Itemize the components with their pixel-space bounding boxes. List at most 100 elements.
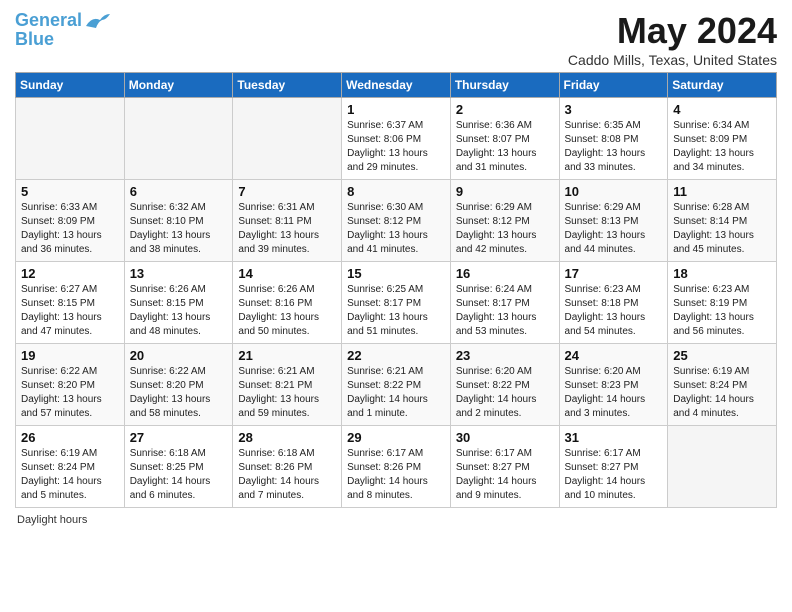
calendar-cell: 29 Sunrise: 6:17 AM Sunset: 8:26 PM Dayli… xyxy=(342,426,451,508)
day-number: 3 xyxy=(565,102,663,117)
calendar-cell: 18 Sunrise: 6:23 AM Sunset: 8:19 PM Dayli… xyxy=(668,262,777,344)
col-header-tuesday: Tuesday xyxy=(233,73,342,98)
calendar-cell: 7 Sunrise: 6:31 AM Sunset: 8:11 PM Daylig… xyxy=(233,180,342,262)
cell-info: Sunrise: 6:17 AM Sunset: 8:26 PM Dayligh… xyxy=(347,447,445,503)
cell-info: Sunrise: 6:31 AM Sunset: 8:11 PM Dayligh… xyxy=(238,201,336,257)
cell-info: Sunrise: 6:24 AM Sunset: 8:17 PM Dayligh… xyxy=(456,283,554,339)
calendar-cell: 28Sunrise: 6:18 AM Sunset: 8:26 PM Dayli… xyxy=(233,426,342,508)
calendar-cell: 10 Sunrise: 6:29 AM Sunset: 8:13 PM Dayli… xyxy=(559,180,668,262)
bird-icon xyxy=(84,12,110,32)
calendar-cell: 25Sunrise: 6:19 AM Sunset: 8:24 PM Dayli… xyxy=(668,344,777,426)
cell-info: Sunrise: 6:37 AM Sunset: 8:06 PM Dayligh… xyxy=(347,119,445,175)
calendar-cell: 17Sunrise: 6:23 AM Sunset: 8:18 PM Dayli… xyxy=(559,262,668,344)
day-number: 1 xyxy=(347,102,445,117)
logo: General Blue xyxy=(15,10,110,50)
cell-info: Sunrise: 6:18 AM Sunset: 8:25 PM Dayligh… xyxy=(130,447,228,503)
col-header-sunday: Sunday xyxy=(16,73,125,98)
cell-info: Sunrise: 6:35 AM Sunset: 8:08 PM Dayligh… xyxy=(565,119,663,175)
col-header-friday: Friday xyxy=(559,73,668,98)
calendar-cell: 16Sunrise: 6:24 AM Sunset: 8:17 PM Dayli… xyxy=(450,262,559,344)
calendar-cell: 8 Sunrise: 6:30 AM Sunset: 8:12 PM Daylig… xyxy=(342,180,451,262)
day-number: 11 xyxy=(673,184,771,199)
day-number: 13 xyxy=(130,266,228,281)
day-number: 22 xyxy=(347,348,445,363)
day-number: 18 xyxy=(673,266,771,281)
cell-info: Sunrise: 6:26 AM Sunset: 8:15 PM Dayligh… xyxy=(130,283,228,339)
page-header: General Blue May 2024 Caddo Mills, Texas… xyxy=(15,10,777,68)
cell-info: Sunrise: 6:23 AM Sunset: 8:19 PM Dayligh… xyxy=(673,283,771,339)
calendar-cell xyxy=(16,98,125,180)
calendar-cell: 27Sunrise: 6:18 AM Sunset: 8:25 PM Dayli… xyxy=(124,426,233,508)
day-number: 6 xyxy=(130,184,228,199)
day-number: 5 xyxy=(21,184,119,199)
day-number: 10 xyxy=(565,184,663,199)
cell-info: Sunrise: 6:29 AM Sunset: 8:12 PM Dayligh… xyxy=(456,201,554,257)
title-area: May 2024 Caddo Mills, Texas, United Stat… xyxy=(568,10,777,68)
cell-info: Sunrise: 6:21 AM Sunset: 8:21 PM Dayligh… xyxy=(238,365,336,421)
col-header-wednesday: Wednesday xyxy=(342,73,451,98)
calendar-cell xyxy=(668,426,777,508)
day-number: 26 xyxy=(21,430,119,445)
calendar-cell: 3 Sunrise: 6:35 AM Sunset: 8:08 PM Daylig… xyxy=(559,98,668,180)
calendar-cell: 19Sunrise: 6:22 AM Sunset: 8:20 PM Dayli… xyxy=(16,344,125,426)
cell-info: Sunrise: 6:26 AM Sunset: 8:16 PM Dayligh… xyxy=(238,283,336,339)
cell-info: Sunrise: 6:21 AM Sunset: 8:22 PM Dayligh… xyxy=(347,365,445,421)
calendar-week-row: 19Sunrise: 6:22 AM Sunset: 8:20 PM Dayli… xyxy=(16,344,777,426)
cell-info: Sunrise: 6:25 AM Sunset: 8:17 PM Dayligh… xyxy=(347,283,445,339)
day-number: 23 xyxy=(456,348,554,363)
day-number: 24 xyxy=(565,348,663,363)
calendar-cell: 15Sunrise: 6:25 AM Sunset: 8:17 PM Dayli… xyxy=(342,262,451,344)
cell-info: Sunrise: 6:27 AM Sunset: 8:15 PM Dayligh… xyxy=(21,283,119,339)
day-number: 20 xyxy=(130,348,228,363)
calendar-cell: 31Sunrise: 6:17 AM Sunset: 8:27 PM Dayli… xyxy=(559,426,668,508)
calendar-cell: 1 Sunrise: 6:37 AM Sunset: 8:06 PM Daylig… xyxy=(342,98,451,180)
day-number: 7 xyxy=(238,184,336,199)
calendar-cell: 6 Sunrise: 6:32 AM Sunset: 8:10 PM Daylig… xyxy=(124,180,233,262)
cell-info: Sunrise: 6:34 AM Sunset: 8:09 PM Dayligh… xyxy=(673,119,771,175)
cell-info: Sunrise: 6:32 AM Sunset: 8:10 PM Dayligh… xyxy=(130,201,228,257)
calendar-cell: 21 Sunrise: 6:21 AM Sunset: 8:21 PM Dayli… xyxy=(233,344,342,426)
calendar-week-row: 1 Sunrise: 6:37 AM Sunset: 8:06 PM Daylig… xyxy=(16,98,777,180)
cell-info: Sunrise: 6:20 AM Sunset: 8:22 PM Dayligh… xyxy=(456,365,554,421)
calendar-cell: 9 Sunrise: 6:29 AM Sunset: 8:12 PM Daylig… xyxy=(450,180,559,262)
calendar-cell: 14 Sunrise: 6:26 AM Sunset: 8:16 PM Dayli… xyxy=(233,262,342,344)
footer: Daylight hours xyxy=(15,514,777,526)
day-number: 9 xyxy=(456,184,554,199)
calendar-cell: 4 Sunrise: 6:34 AM Sunset: 8:09 PM Daylig… xyxy=(668,98,777,180)
calendar-cell: 23 Sunrise: 6:20 AM Sunset: 8:22 PM Dayli… xyxy=(450,344,559,426)
calendar-cell: 24Sunrise: 6:20 AM Sunset: 8:23 PM Dayli… xyxy=(559,344,668,426)
day-number: 14 xyxy=(238,266,336,281)
calendar-cell: 30Sunrise: 6:17 AM Sunset: 8:27 PM Dayli… xyxy=(450,426,559,508)
cell-info: Sunrise: 6:22 AM Sunset: 8:20 PM Dayligh… xyxy=(21,365,119,421)
day-number: 25 xyxy=(673,348,771,363)
calendar-cell xyxy=(233,98,342,180)
cell-info: Sunrise: 6:30 AM Sunset: 8:12 PM Dayligh… xyxy=(347,201,445,257)
calendar-cell: 12 Sunrise: 6:27 AM Sunset: 8:15 PM Dayli… xyxy=(16,262,125,344)
calendar-week-row: 12 Sunrise: 6:27 AM Sunset: 8:15 PM Dayli… xyxy=(16,262,777,344)
day-number: 12 xyxy=(21,266,119,281)
cell-info: Sunrise: 6:33 AM Sunset: 8:09 PM Dayligh… xyxy=(21,201,119,257)
calendar-week-row: 5 Sunrise: 6:33 AM Sunset: 8:09 PM Daylig… xyxy=(16,180,777,262)
daylight-hours-label: Daylight hours xyxy=(17,514,87,526)
calendar-week-row: 26Sunrise: 6:19 AM Sunset: 8:24 PM Dayli… xyxy=(16,426,777,508)
cell-info: Sunrise: 6:29 AM Sunset: 8:13 PM Dayligh… xyxy=(565,201,663,257)
calendar-cell xyxy=(124,98,233,180)
cell-info: Sunrise: 6:18 AM Sunset: 8:26 PM Dayligh… xyxy=(238,447,336,503)
logo-text: General xyxy=(15,11,82,31)
cell-info: Sunrise: 6:22 AM Sunset: 8:20 PM Dayligh… xyxy=(130,365,228,421)
col-header-thursday: Thursday xyxy=(450,73,559,98)
day-number: 21 xyxy=(238,348,336,363)
calendar-cell: 5 Sunrise: 6:33 AM Sunset: 8:09 PM Daylig… xyxy=(16,180,125,262)
cell-info: Sunrise: 6:36 AM Sunset: 8:07 PM Dayligh… xyxy=(456,119,554,175)
day-number: 29 xyxy=(347,430,445,445)
location-subtitle: Caddo Mills, Texas, United States xyxy=(568,52,777,68)
month-title: May 2024 xyxy=(568,10,777,52)
day-number: 8 xyxy=(347,184,445,199)
cell-info: Sunrise: 6:28 AM Sunset: 8:14 PM Dayligh… xyxy=(673,201,771,257)
day-number: 2 xyxy=(456,102,554,117)
calendar-cell: 2 Sunrise: 6:36 AM Sunset: 8:07 PM Daylig… xyxy=(450,98,559,180)
col-header-monday: Monday xyxy=(124,73,233,98)
day-number: 4 xyxy=(673,102,771,117)
day-number: 17 xyxy=(565,266,663,281)
cell-info: Sunrise: 6:17 AM Sunset: 8:27 PM Dayligh… xyxy=(565,447,663,503)
